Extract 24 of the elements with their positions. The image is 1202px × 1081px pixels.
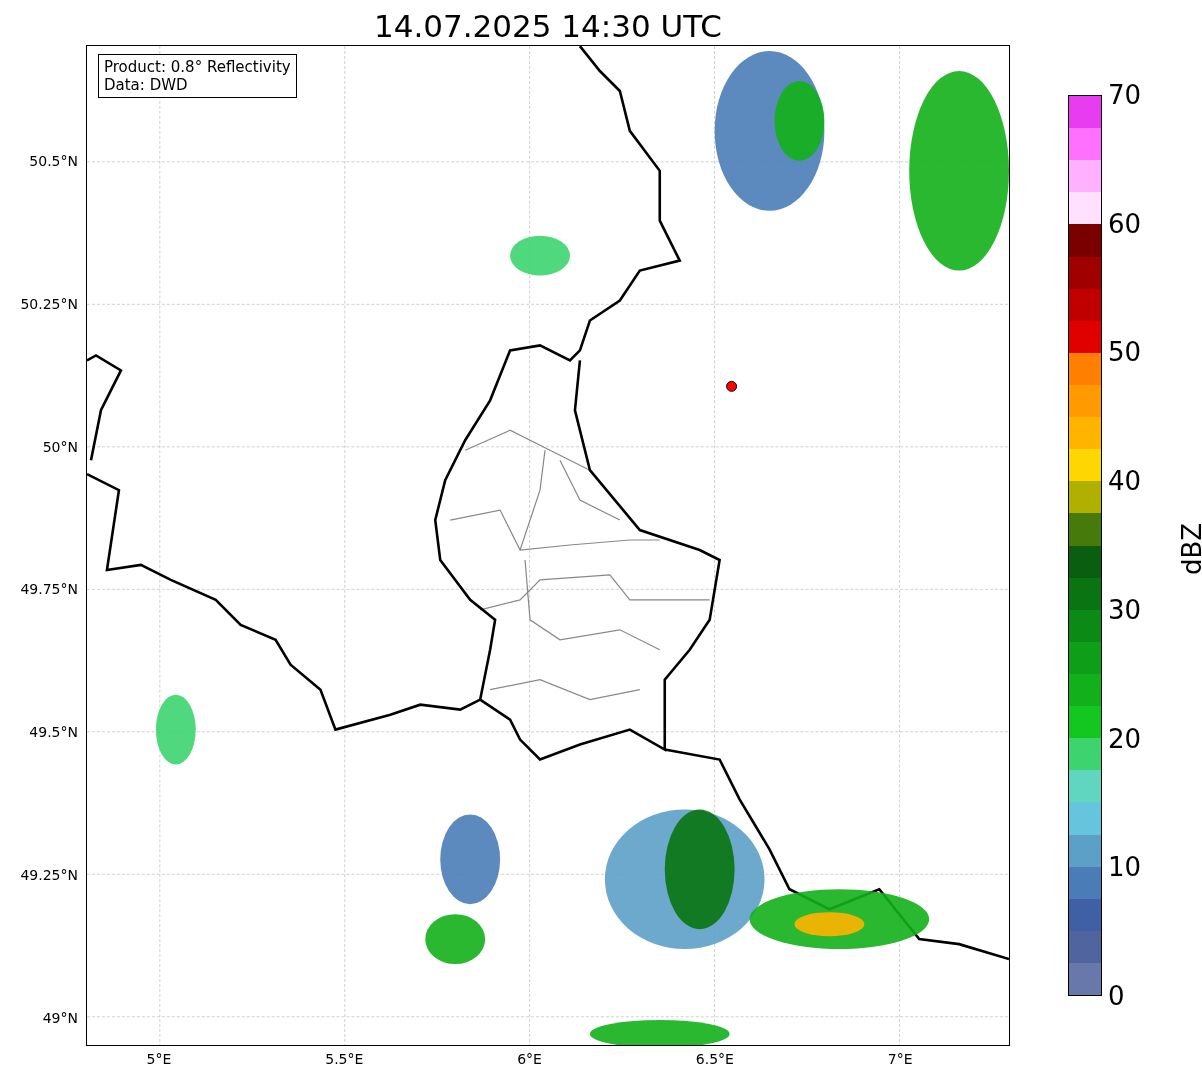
colorbar-label: 10 bbox=[1108, 851, 1142, 884]
unit-label: dBZ bbox=[1176, 522, 1202, 576]
chart-title: 14.07.2025 14:30 UTC bbox=[374, 7, 722, 45]
longitude-label: 5°E bbox=[145, 1050, 173, 1068]
latitude-label: 49.5°N bbox=[29, 723, 78, 742]
colorbar-label: 0 bbox=[1108, 980, 1125, 1012]
latitude-label: 49°N bbox=[42, 1008, 78, 1027]
longitude-label: 6.5°E bbox=[694, 1050, 735, 1068]
legend-text: Product: 0.8° Reflectivity bbox=[104, 58, 291, 76]
latitude-label: 49.25°N bbox=[20, 866, 78, 884]
colorbar-label: 30 bbox=[1108, 593, 1142, 626]
latitude-label: 49.75°N bbox=[20, 580, 78, 599]
longitude-label: 7°E bbox=[886, 1050, 914, 1068]
latitude-label: 50.25°N bbox=[20, 294, 78, 313]
colorbar-label: 40 bbox=[1108, 465, 1142, 498]
colorbar-label: 70 bbox=[1108, 79, 1142, 111]
longitude-label: 5.5°E bbox=[324, 1050, 365, 1068]
latitude-label: 50.5°N bbox=[29, 152, 78, 170]
legend-text: Data: DWD bbox=[104, 76, 189, 94]
colorbar-label: 60 bbox=[1108, 207, 1142, 240]
colorbar-label: 50 bbox=[1108, 336, 1142, 369]
colorbar-label: 20 bbox=[1108, 722, 1142, 755]
longitude-label: 6°E bbox=[516, 1050, 543, 1068]
latitude-label: 50°N bbox=[42, 437, 78, 456]
